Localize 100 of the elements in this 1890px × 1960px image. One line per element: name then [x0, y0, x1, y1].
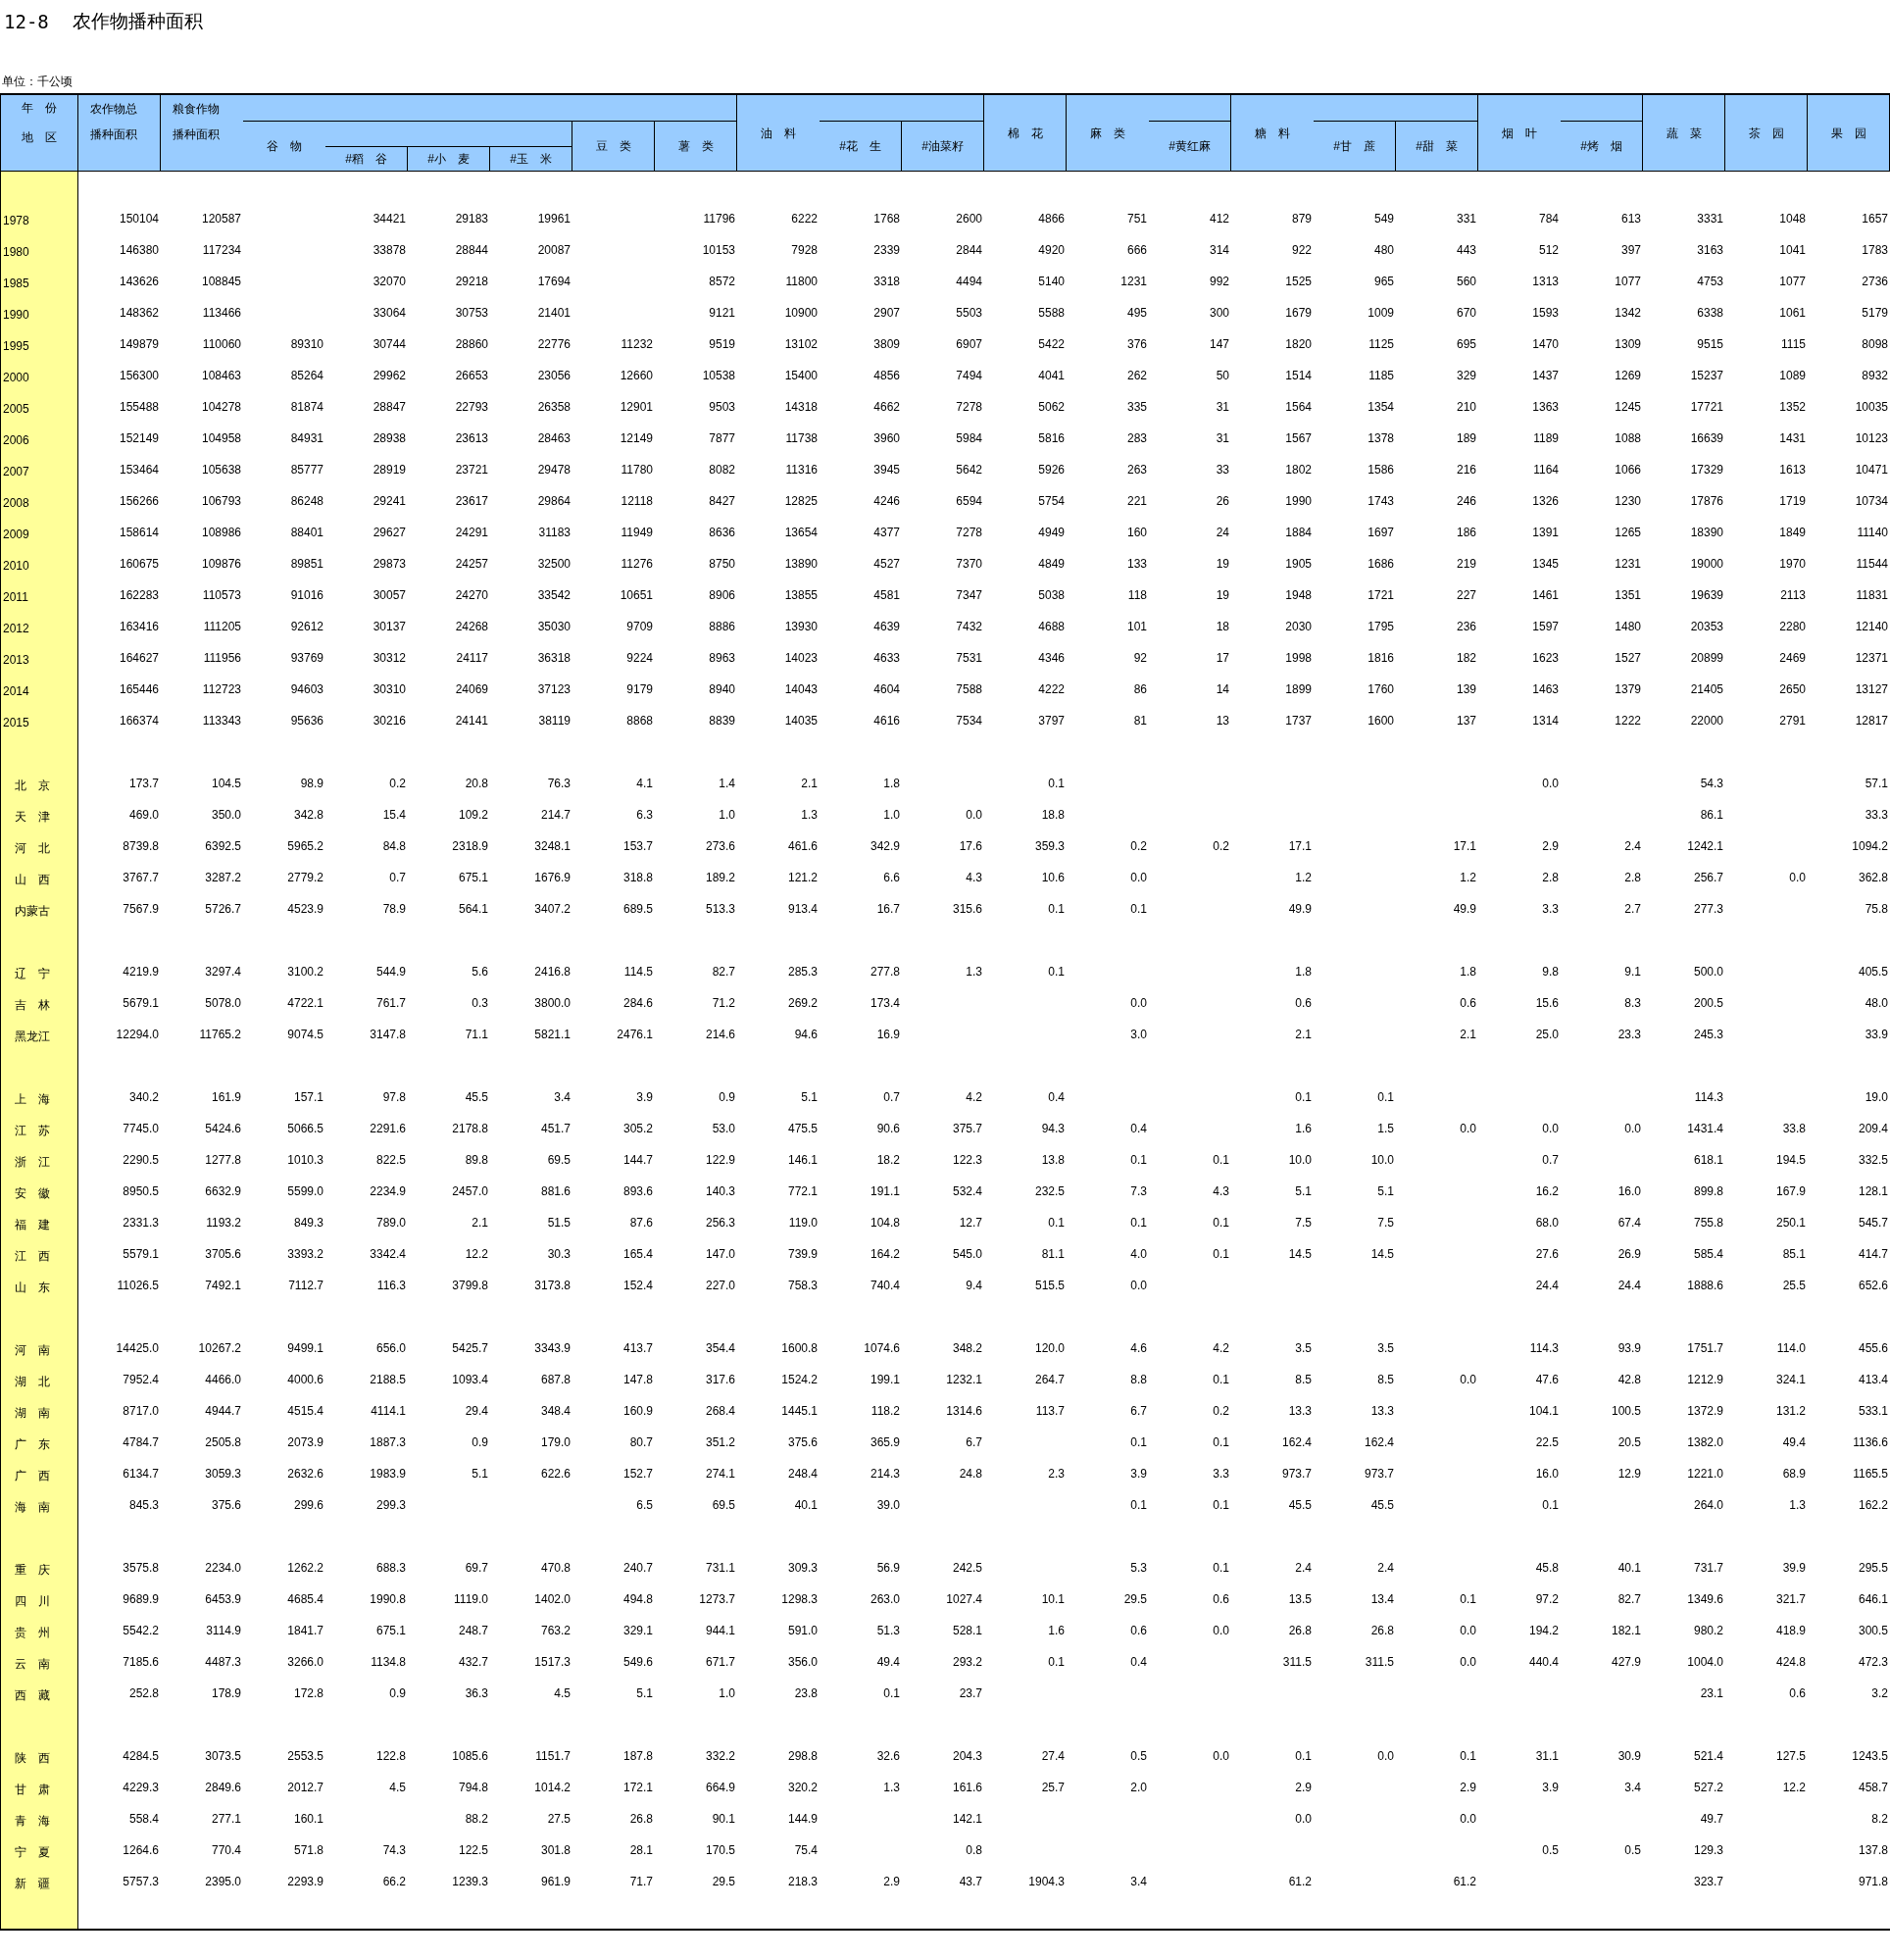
table-cell-text: 1.0: [719, 807, 735, 824]
table-cell-text: 1298.3: [781, 1591, 818, 1608]
header-cell: 豆 类: [572, 122, 655, 172]
table-cell-text: 3343.9: [534, 1340, 571, 1357]
table-cell-text: 512: [1538, 242, 1559, 259]
table-cell-text: 9503: [709, 399, 735, 416]
table-cell-text: 147.0: [705, 1246, 735, 1263]
table-cell-text: 2457.0: [452, 1183, 488, 1200]
table-cell-text: 1.3: [801, 807, 818, 824]
table-cell-text: 1.2: [1295, 870, 1312, 886]
table-cell-text: 1990: [1285, 493, 1312, 510]
table-cell-text: 4246: [873, 493, 900, 510]
table-cell-text: 881.6: [540, 1183, 571, 1200]
table-cell-text: 564.1: [458, 901, 488, 918]
table-cell-text: 365.9: [870, 1434, 900, 1451]
table-cell-text: 162.4: [1364, 1434, 1394, 1451]
table-cell-text: 85777: [290, 462, 323, 478]
table-cell-text: 1010.3: [287, 1152, 323, 1169]
table-cell-text: 3073.5: [205, 1748, 241, 1765]
table-cell-text: 1884: [1285, 525, 1312, 541]
table-cell-text: 0.0: [1460, 1654, 1476, 1671]
table-cell-text: 22793: [455, 399, 488, 416]
table-cell-text: 15.6: [1535, 995, 1559, 1012]
table-cell-text: 4219.9: [123, 964, 159, 980]
table-cell-text: 332.5: [1858, 1152, 1888, 1169]
table-cell-text: 3173.8: [534, 1278, 571, 1294]
table-cell-text: 30744: [373, 336, 406, 353]
table-cell-text: 9179: [626, 681, 653, 698]
table-cell-text: 0.0: [1377, 1748, 1394, 1765]
table-cell-text: 142.1: [952, 1811, 982, 1828]
table-cell-text: 15400: [784, 368, 818, 384]
table-cell-text: 1970: [1779, 556, 1806, 573]
table-cell-text: 20087: [537, 242, 571, 259]
table-cell-text: 1.2: [1460, 870, 1476, 886]
region-cell: 海 南: [0, 1489, 78, 1521]
header-cell: 粮食作物 播种面积: [161, 95, 243, 172]
table-cell-text: 1623: [1532, 650, 1559, 667]
table-cell-text: 1221.0: [1687, 1466, 1723, 1483]
table-cell-text: 335: [1126, 399, 1147, 416]
table-cell-text: 1613: [1779, 462, 1806, 478]
table-cell-text: 17.1: [1288, 838, 1312, 855]
table-cell-text: 110060: [202, 336, 241, 353]
table-cell-text: 161.6: [952, 1780, 982, 1796]
table-cell-text: 731.1: [705, 1560, 735, 1577]
table-cell-text: 1136.6: [1853, 1434, 1888, 1451]
table-cell-text: 78.9: [382, 901, 406, 918]
table-cell-text: 6.3: [636, 807, 653, 824]
table-cell-text: 11232: [621, 336, 653, 353]
table-cell-text: 1567: [1285, 430, 1312, 447]
table-cell-text: 11949: [621, 525, 653, 541]
table-cell-text: 1679: [1285, 305, 1312, 322]
table-cell-text: 0.1: [1295, 1748, 1312, 1765]
table-cell-text: 29.5: [1123, 1591, 1147, 1608]
table-cell-text: 47.6: [1535, 1372, 1559, 1388]
table-cell-text: 3100.2: [287, 964, 323, 980]
table-cell-text: 68.9: [1782, 1466, 1806, 1483]
table-cell-text: 470.8: [540, 1560, 571, 1577]
table-cell-text: 273.6: [705, 838, 735, 855]
table-cell-text: 3331: [1697, 211, 1723, 227]
table-cell-text: 32070: [373, 274, 406, 290]
unit-label: 单位：千公顷: [2, 74, 73, 90]
table-cell-text: 1751.7: [1687, 1340, 1723, 1357]
table-cell-text: 6594: [956, 493, 982, 510]
table-cell-text: 8427: [709, 493, 735, 510]
table-cell-text: 7588: [956, 681, 982, 698]
table-cell-text: 0.0: [1460, 1121, 1476, 1137]
table-cell-text: 4949: [1038, 525, 1065, 541]
table-cell-text: 2.4: [1377, 1560, 1394, 1577]
table-cell-text: 8.5: [1295, 1372, 1312, 1388]
table-cell-text: 1326: [1532, 493, 1559, 510]
table-cell-text: 6338: [1697, 305, 1723, 322]
table-cell-text: 9.4: [966, 1278, 982, 1294]
table-cell-text: 88.2: [465, 1811, 488, 1828]
table-cell-text: 118.2: [870, 1403, 900, 1420]
table-cell-text: 34421: [373, 211, 406, 227]
table-cell-text: 688.3: [375, 1560, 406, 1577]
table-cell-text: 33.3: [1865, 807, 1888, 824]
table-cell-text: 263: [1126, 462, 1147, 478]
table-cell-text: 2553.5: [287, 1748, 323, 1765]
table-cell-text: 147.8: [622, 1372, 653, 1388]
table-cell-text: 122.3: [952, 1152, 982, 1169]
table-cell-text: 4784.7: [123, 1434, 159, 1451]
table-cell-text: 101: [1126, 619, 1147, 635]
table-cell-text: 739.9: [787, 1246, 818, 1263]
table-cell-text: 227: [1456, 587, 1476, 604]
table-cell-text: 0.2: [1130, 838, 1147, 855]
table-cell-text: 69.5: [712, 1497, 735, 1514]
table-cell-text: 5757.3: [123, 1874, 159, 1890]
table-cell-text: 1004.0: [1687, 1654, 1723, 1671]
table-cell-text: 89.8: [465, 1152, 488, 1169]
table-cell-text: 214.6: [705, 1027, 735, 1043]
table-cell-text: 122.8: [375, 1748, 406, 1765]
table-cell-text: 763.2: [540, 1623, 571, 1639]
table-cell-text: 2234.9: [370, 1183, 406, 1200]
table-cell-text: 4581: [873, 587, 900, 604]
table-cell-text: 1888.6: [1687, 1278, 1723, 1294]
table-cell-text: 9519: [709, 336, 735, 353]
table-cell-text: 0.3: [472, 995, 488, 1012]
table-cell-text: 424.8: [1775, 1654, 1806, 1671]
table-cell-text: 2331.3: [123, 1215, 159, 1231]
